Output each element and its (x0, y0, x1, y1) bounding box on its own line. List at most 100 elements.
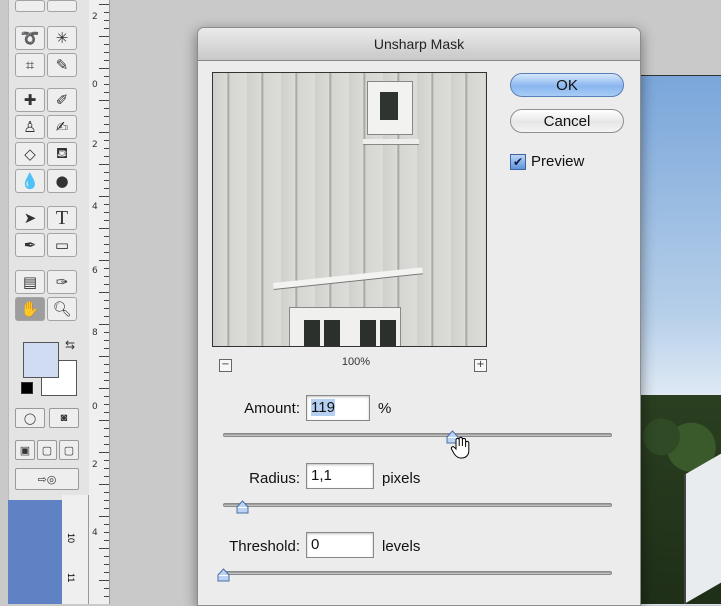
swap-colors-icon[interactable]: ⇆ (65, 338, 75, 352)
ruler-tick (99, 324, 109, 325)
marquee-tool[interactable] (15, 0, 45, 12)
hand-icon: ✋ (20, 300, 40, 318)
foreground-color-swatch[interactable] (23, 342, 59, 378)
eyedropper-tool[interactable]: ✑ (47, 270, 77, 294)
ruler-tick (104, 204, 109, 205)
ruler-tick (99, 452, 109, 453)
ruler-tick (104, 596, 109, 597)
ruler-tick (99, 388, 109, 389)
cancel-button[interactable]: Cancel (510, 109, 624, 133)
notes-tool[interactable]: ▤ (15, 270, 45, 294)
radius-slider-track[interactable] (223, 503, 612, 507)
ruler-tick (99, 132, 109, 133)
eraser-icon: ◇ (24, 145, 36, 163)
preview-checkbox[interactable]: ✔ Preview (510, 153, 584, 170)
jump-to-imageready-button[interactable]: ⇨◎ (15, 468, 79, 490)
type-tool[interactable]: T (47, 206, 77, 230)
ruler-tick (104, 52, 109, 53)
ruler-tick (104, 180, 109, 181)
ruler-tick (104, 556, 109, 557)
crop-tool[interactable]: ⌗ (15, 53, 45, 77)
radius-label: Radius: (249, 470, 300, 487)
lasso-tool[interactable]: ➰ (15, 26, 45, 50)
slice-tool[interactable]: ✎ (47, 53, 77, 77)
vertical-ruler: 2 0 2 4 6 8 0 2 4 (89, 0, 110, 604)
ruler-tick (104, 380, 109, 381)
preview-gable-trim (273, 267, 423, 290)
dodge-icon: ● (55, 172, 69, 190)
zoom-out-button[interactable]: − (219, 359, 232, 372)
path-selection-tool[interactable]: ➤ (15, 206, 45, 230)
blur-icon: 💧 (20, 172, 40, 190)
zoom-in-button[interactable]: + (474, 359, 487, 372)
healing-brush-icon: ✚ (23, 91, 37, 109)
amount-input[interactable]: 119 (306, 395, 370, 421)
screen-mode-full-menu-button[interactable]: ▢ (37, 440, 57, 460)
ruler-label: 2 (92, 140, 98, 150)
ruler-tick (104, 316, 109, 317)
brush-icon: ✐ (55, 91, 69, 109)
ruler-tick (99, 164, 109, 165)
magic-wand-tool[interactable]: ✳ (47, 26, 77, 50)
ruler-tick (104, 412, 109, 413)
ruler-label: 0 (92, 402, 98, 412)
ruler-tick (104, 500, 109, 501)
paint-bucket-tool[interactable]: ⛾ (47, 142, 77, 166)
ruler-label: 6 (92, 266, 98, 276)
ruler-tick (104, 372, 109, 373)
ruler-tick (104, 428, 109, 429)
blur-tool[interactable]: 💧 (15, 169, 45, 193)
ruler-tick (99, 4, 109, 5)
history-brush-icon: ✍ (55, 118, 69, 136)
standard-mode-button[interactable]: ◯ (15, 408, 45, 428)
ruler-tick (99, 68, 109, 69)
ruler-label: 2 (92, 12, 98, 22)
ruler-tick (104, 284, 109, 285)
eraser-tool[interactable]: ◇ (15, 142, 45, 166)
screen-mode-standard-button[interactable]: ▣ (15, 440, 35, 460)
screen-mode-full-button[interactable]: ▢ (59, 440, 79, 460)
ruler-tick (104, 236, 109, 237)
ruler-tick (99, 356, 109, 357)
ruler-tick (104, 404, 109, 405)
pen-tool[interactable]: ✒ (15, 233, 45, 257)
ruler-tick (99, 420, 109, 421)
zoom-tool[interactable]: 🔍︎ (47, 297, 77, 321)
brush-tool[interactable]: ✐ (47, 88, 77, 112)
hand-tool[interactable]: ✋ (15, 297, 45, 321)
radius-slider-thumb[interactable] (236, 500, 249, 515)
history-brush-tool[interactable]: ✍ (47, 115, 77, 139)
quick-mask-button[interactable]: ◙ (49, 408, 79, 428)
ruler-tick (104, 444, 109, 445)
ruler-tick (99, 484, 109, 485)
threshold-slider-track[interactable] (223, 571, 612, 575)
hand-pointer-cursor-icon (450, 436, 472, 465)
ruler-label: 4 (92, 202, 98, 212)
ruler-tick (99, 100, 109, 101)
ruler-tick (99, 292, 109, 293)
ok-button[interactable]: OK (510, 73, 624, 97)
filter-preview[interactable] (212, 72, 487, 347)
ruler-tick (104, 252, 109, 253)
ruler-tick (104, 20, 109, 21)
ruler-tick (104, 220, 109, 221)
ruler-tick (104, 468, 109, 469)
threshold-label: Threshold: (229, 538, 300, 555)
move-tool[interactable] (47, 0, 77, 12)
lasso-icon: ➰ (20, 29, 40, 47)
amount-value: 119 (311, 399, 335, 416)
ruler-tick (99, 516, 109, 517)
radius-input[interactable]: 1,1 (306, 463, 374, 489)
threshold-input[interactable]: 0 (306, 532, 374, 558)
healing-brush-tool[interactable]: ✚ (15, 88, 45, 112)
default-colors-icon[interactable] (21, 382, 33, 394)
ruler-tick (99, 260, 109, 261)
document-canvas-edge (8, 500, 62, 604)
screen-mode-full-icon: ▢ (41, 444, 53, 457)
threshold-slider-thumb[interactable] (217, 568, 230, 583)
dodge-tool[interactable]: ● (47, 169, 77, 193)
amount-slider-track[interactable] (223, 433, 612, 437)
ruler-tick (104, 332, 109, 333)
rectangle-tool[interactable]: ▭ (47, 233, 77, 257)
clone-stamp-tool[interactable]: ♙ (15, 115, 45, 139)
